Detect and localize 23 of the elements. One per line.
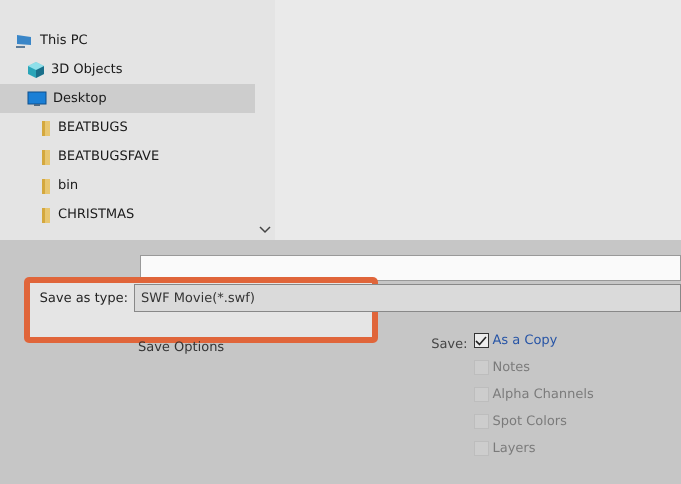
tree-item[interactable]: BEATBUGSFAVE: [0, 142, 255, 171]
tree-item-label: This PC: [40, 33, 88, 48]
tree-item[interactable]: This PC: [0, 26, 255, 55]
tree-item-label: 3D Objects: [51, 62, 123, 77]
checkbox-label: Alpha Channels: [492, 387, 594, 402]
tree-item-label: CHRISTMAS: [58, 207, 134, 222]
tree-item-label: BEATBUGS: [58, 120, 128, 135]
tree-item-label: bin: [58, 178, 78, 193]
tree-item[interactable]: CHRISTMAS: [0, 200, 255, 229]
checkbox-label: Layers: [492, 441, 536, 456]
checkbox-label: Spot Colors: [492, 414, 567, 429]
save-as-type-dropdown[interactable]: SWF Movie(*.swf): [134, 284, 681, 312]
tree-item[interactable]: 3D Objects: [0, 55, 255, 84]
tree-item-label: BEATBUGSFAVE: [58, 149, 160, 164]
save-as-type-label: Save as type:: [38, 290, 129, 306]
tree-item[interactable]: Desktop: [0, 84, 255, 113]
tree-item[interactable]: BEATBUGS: [0, 113, 255, 142]
save-options-heading: Save Options: [138, 340, 224, 357]
tree-item[interactable]: bin: [0, 171, 255, 200]
tree-item-label: Desktop: [53, 91, 107, 106]
checkbox-label: As a Copy: [492, 333, 558, 348]
save-label: Save:: [431, 336, 468, 354]
checkbox-label: Notes: [492, 360, 530, 375]
